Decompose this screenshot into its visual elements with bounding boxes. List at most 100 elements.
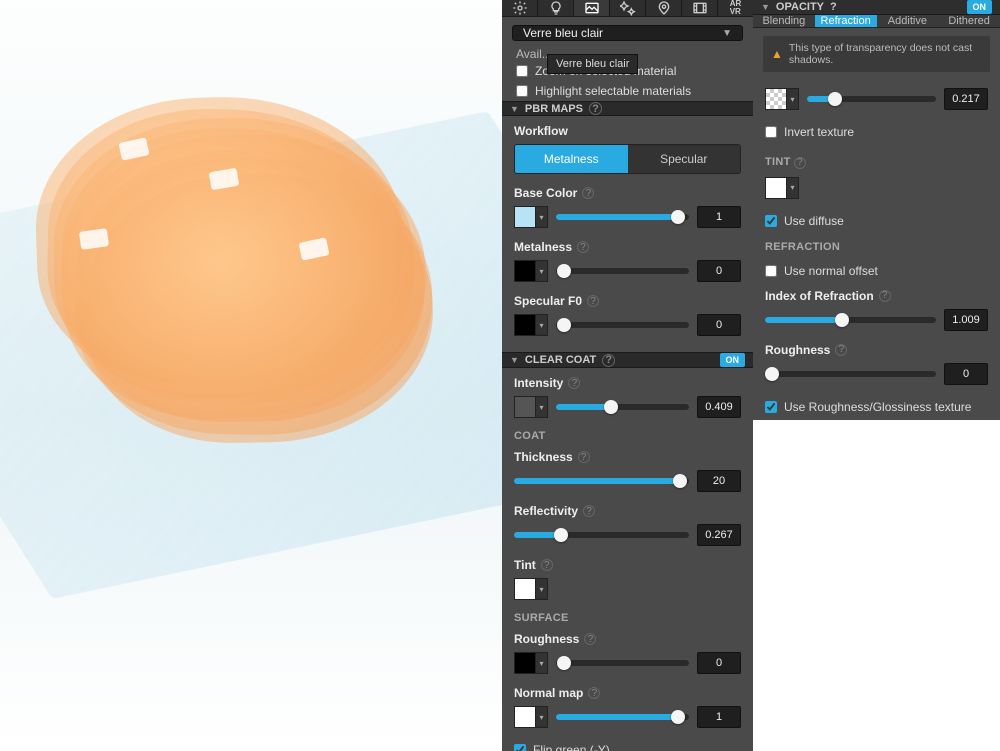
chevron-down-icon: ▼ [510,104,519,114]
refraction-header: REFRACTION [765,241,988,253]
tab-arvr-icon[interactable]: ARVR [718,0,753,16]
workflow-label: Workflow [514,124,741,138]
thickness-label: Thickness [514,450,573,464]
base-color-value[interactable]: 1 [697,206,741,228]
toolbar-main: ARVR [502,0,753,17]
normal-map-slider[interactable] [556,714,689,720]
tab-blending[interactable]: Blending [753,15,815,27]
invert-texture-checkbox[interactable]: Invert texture [765,122,988,142]
normal-map-value[interactable]: 1 [697,706,741,728]
model-preview [40,100,460,460]
workflow-specular-button[interactable]: Specular [628,145,741,173]
help-icon[interactable]: ? [602,354,615,367]
material-tooltip: Verre bleu clair [547,54,638,74]
help-icon[interactable]: ? [835,344,847,356]
ior-slider[interactable] [765,317,936,323]
opacity-on-toggle[interactable]: ON [967,0,993,14]
section-clear-coat[interactable]: ▼ Clear Coat ? ON [502,352,753,368]
specular-f0-label: Specular F0 [514,294,582,308]
reflectivity-value[interactable]: 0.267 [697,524,741,546]
ior-label: Index of Refraction [765,289,874,303]
reflectivity-slider[interactable] [514,532,689,538]
use-roughness-texture-checkbox[interactable]: Use Roughness/Glossiness texture [765,397,988,417]
clearcoat-roughness-label: Roughness [514,632,579,646]
workflow-metalness-button[interactable]: Metalness [515,145,628,173]
normal-map-label: Normal map [514,686,583,700]
shadow-warning: ▲ This type of transparency does not cas… [763,36,990,72]
workflow-toggle: Metalness Specular [514,144,741,174]
tab-dithered[interactable]: Dithered [938,15,1000,27]
warning-icon: ▲ [771,47,783,61]
opacity-value[interactable]: 0.217 [944,88,988,110]
material-select-value: Verre bleu clair [523,26,603,40]
metalness-label: Metalness [514,240,572,254]
surface-header: SURFACE [514,612,741,624]
intensity-slider[interactable] [556,404,689,410]
base-color-swatch[interactable]: ▾ [514,206,548,228]
help-icon[interactable]: ? [587,295,599,307]
caret-down-icon: ▼ [722,28,732,39]
tab-general-icon[interactable] [502,0,538,16]
opacity-slider[interactable] [807,96,936,102]
help-icon[interactable]: ? [584,633,596,645]
opacity-texture-swatch[interactable]: ▾ [765,88,799,110]
help-icon[interactable]: ? [589,102,602,115]
thickness-value[interactable]: 20 [697,470,741,492]
viewport-3d[interactable] [0,0,502,751]
metalness-swatch[interactable]: ▾ [514,260,548,282]
tab-additive[interactable]: Additive [877,15,939,27]
help-icon[interactable]: ? [879,290,891,302]
flip-green-checkbox[interactable]: Flip green (-Y) [514,740,741,751]
tab-postprocess-icon[interactable] [610,0,646,16]
help-icon[interactable]: ? [568,377,580,389]
opacity-tabs: Blending Refraction Additive Dithered [753,15,1000,28]
use-diffuse-checkbox[interactable]: Use diffuse [765,211,988,231]
help-icon[interactable]: ? [583,505,595,517]
chevron-down-icon: ▼ [510,355,519,365]
tab-annotations-icon[interactable] [646,0,682,16]
help-icon[interactable]: ? [582,187,594,199]
help-icon[interactable]: ? [830,1,837,13]
opacity-roughness-value[interactable]: 0 [944,363,988,385]
specular-f0-value[interactable]: 0 [697,314,741,336]
chevron-down-icon: ▼ [761,2,770,12]
highlight-selectable-checkbox[interactable]: Highlight selectable materials [502,81,753,101]
tint-header: TINT [765,156,791,168]
opacity-tint-swatch[interactable]: ▾ [765,177,799,199]
base-color-slider[interactable] [556,214,689,220]
opacity-roughness-label: Roughness [765,343,830,357]
specular-f0-swatch[interactable]: ▾ [514,314,548,336]
section-opacity[interactable]: ▼ Opacity ? ON [753,0,1000,15]
clearcoat-roughness-slider[interactable] [556,660,689,666]
tab-lighting-icon[interactable] [538,0,574,16]
opacity-roughness-slider[interactable] [765,371,936,377]
clearcoat-roughness-value[interactable]: 0 [697,652,741,674]
tab-materials-icon[interactable] [574,0,610,16]
specular-f0-slider[interactable] [556,322,689,328]
reflectivity-label: Reflectivity [514,504,578,518]
help-icon[interactable]: ? [588,687,600,699]
thickness-slider[interactable] [514,478,689,484]
coat-header: COAT [514,430,741,442]
intensity-swatch[interactable]: ▾ [514,396,548,418]
clearcoat-on-toggle[interactable]: ON [720,353,746,367]
ior-value[interactable]: 1.009 [944,309,988,331]
metalness-slider[interactable] [556,268,689,274]
base-color-label: Base Color [514,186,577,200]
material-select[interactable]: Verre bleu clair ▼ Verre bleu clair [512,25,743,41]
help-icon[interactable]: ? [541,559,553,571]
help-icon[interactable]: ? [578,451,590,463]
clearcoat-roughness-swatch[interactable]: ▾ [514,652,548,674]
section-pbr-maps[interactable]: ▼ PBR Maps ? [502,101,753,116]
clearcoat-tint-swatch[interactable]: ▾ [514,578,548,600]
tab-refraction[interactable]: Refraction [815,15,877,27]
intensity-value[interactable]: 0.409 [697,396,741,418]
help-icon[interactable]: ? [577,241,589,253]
normal-map-swatch[interactable]: ▾ [514,706,548,728]
metalness-value[interactable]: 0 [697,260,741,282]
use-normal-offset-checkbox[interactable]: Use normal offset [765,261,988,281]
help-icon[interactable]: ? [794,157,806,169]
intensity-label: Intensity [514,376,563,390]
tab-animation-icon[interactable] [682,0,718,16]
tint-label: Tint [514,558,536,572]
